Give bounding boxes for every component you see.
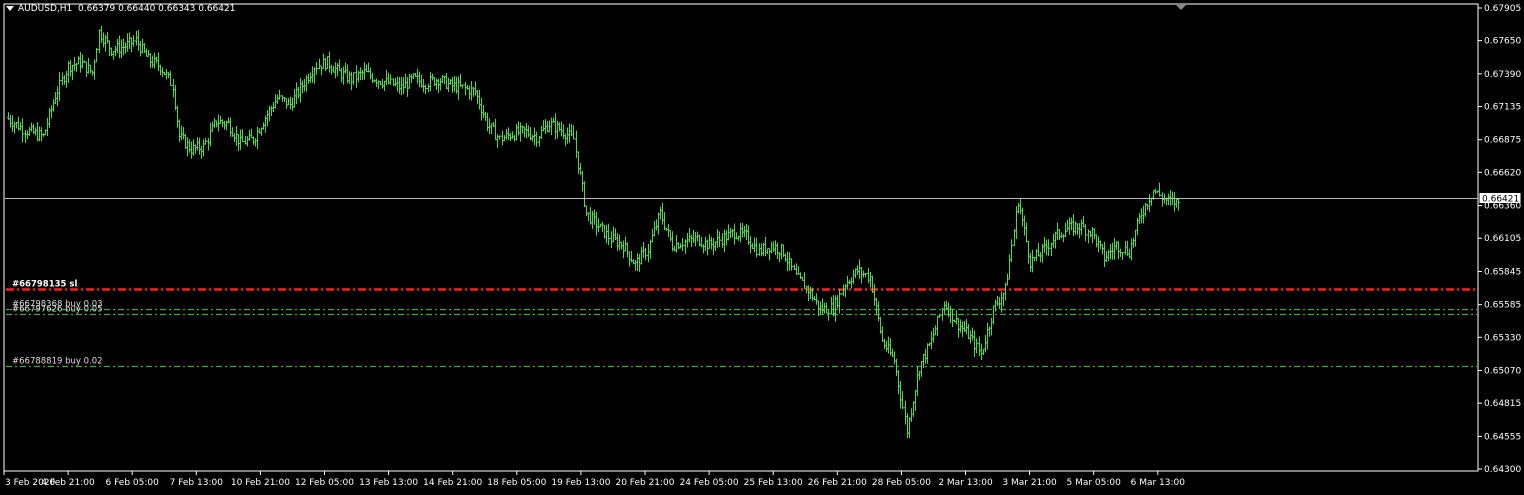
y-tick-label: 0.67390 bbox=[1484, 70, 1521, 80]
x-tick-label: 14 Feb 21:00 bbox=[423, 478, 482, 488]
y-tick-label: 0.65585 bbox=[1484, 301, 1521, 311]
y-tick-label: 0.64815 bbox=[1484, 399, 1521, 409]
price-chart[interactable]: #66798135 sl#66798368 buy 0.03#66797626 … bbox=[0, 0, 1524, 495]
order-level-label: #66788819 buy 0.02 bbox=[12, 357, 103, 367]
x-tick-label: 18 Feb 05:00 bbox=[487, 478, 546, 488]
x-tick-label: 28 Feb 05:00 bbox=[872, 478, 931, 488]
y-tick-label: 0.66875 bbox=[1484, 136, 1521, 146]
y-tick-label: 0.65070 bbox=[1484, 367, 1521, 377]
order-level-label: #66797626 buy 0.05 bbox=[12, 305, 103, 315]
y-tick-label: 0.66620 bbox=[1484, 168, 1521, 178]
x-tick-label: 6 Mar 13:00 bbox=[1131, 478, 1186, 488]
chart-shift-icon[interactable] bbox=[1176, 5, 1186, 10]
x-tick-label: 26 Feb 21:00 bbox=[808, 478, 867, 488]
x-tick-label: 7 Feb 13:00 bbox=[170, 478, 224, 488]
x-tick-label: 10 Feb 21:00 bbox=[231, 478, 290, 488]
x-tick-label: 24 Feb 05:00 bbox=[680, 478, 739, 488]
x-tick-label: 2 Mar 13:00 bbox=[938, 478, 993, 488]
x-tick-label: 19 Feb 13:00 bbox=[551, 478, 610, 488]
x-tick-label: 25 Feb 13:00 bbox=[744, 478, 803, 488]
x-tick-label: 5 Mar 05:00 bbox=[1067, 478, 1122, 488]
x-tick-label: 4 Feb 21:00 bbox=[41, 478, 95, 488]
x-tick-label: 20 Feb 21:00 bbox=[615, 478, 674, 488]
y-tick-label: 0.64300 bbox=[1484, 465, 1521, 475]
y-tick-label: 0.67650 bbox=[1484, 37, 1521, 47]
x-tick-label: 6 Feb 05:00 bbox=[106, 478, 160, 488]
x-tick-label: 3 Mar 21:00 bbox=[1002, 478, 1057, 488]
y-tick-label: 0.64555 bbox=[1484, 432, 1521, 442]
y-tick-label: 0.66360 bbox=[1484, 202, 1521, 212]
x-tick-label: 12 Feb 05:00 bbox=[295, 478, 354, 488]
y-tick-label: 0.67135 bbox=[1484, 102, 1521, 112]
y-tick-label: 0.65330 bbox=[1484, 333, 1521, 343]
x-tick-label: 13 Feb 13:00 bbox=[359, 478, 418, 488]
chart-window[interactable]: AUDUSD,H1 0.66379 0.66440 0.66343 0.6642… bbox=[0, 0, 1524, 495]
y-tick-label: 0.66105 bbox=[1484, 234, 1521, 244]
y-tick-label: 0.67905 bbox=[1484, 4, 1521, 14]
order-level-label: #66798135 sl bbox=[12, 280, 77, 290]
y-tick-label: 0.65845 bbox=[1484, 267, 1521, 277]
